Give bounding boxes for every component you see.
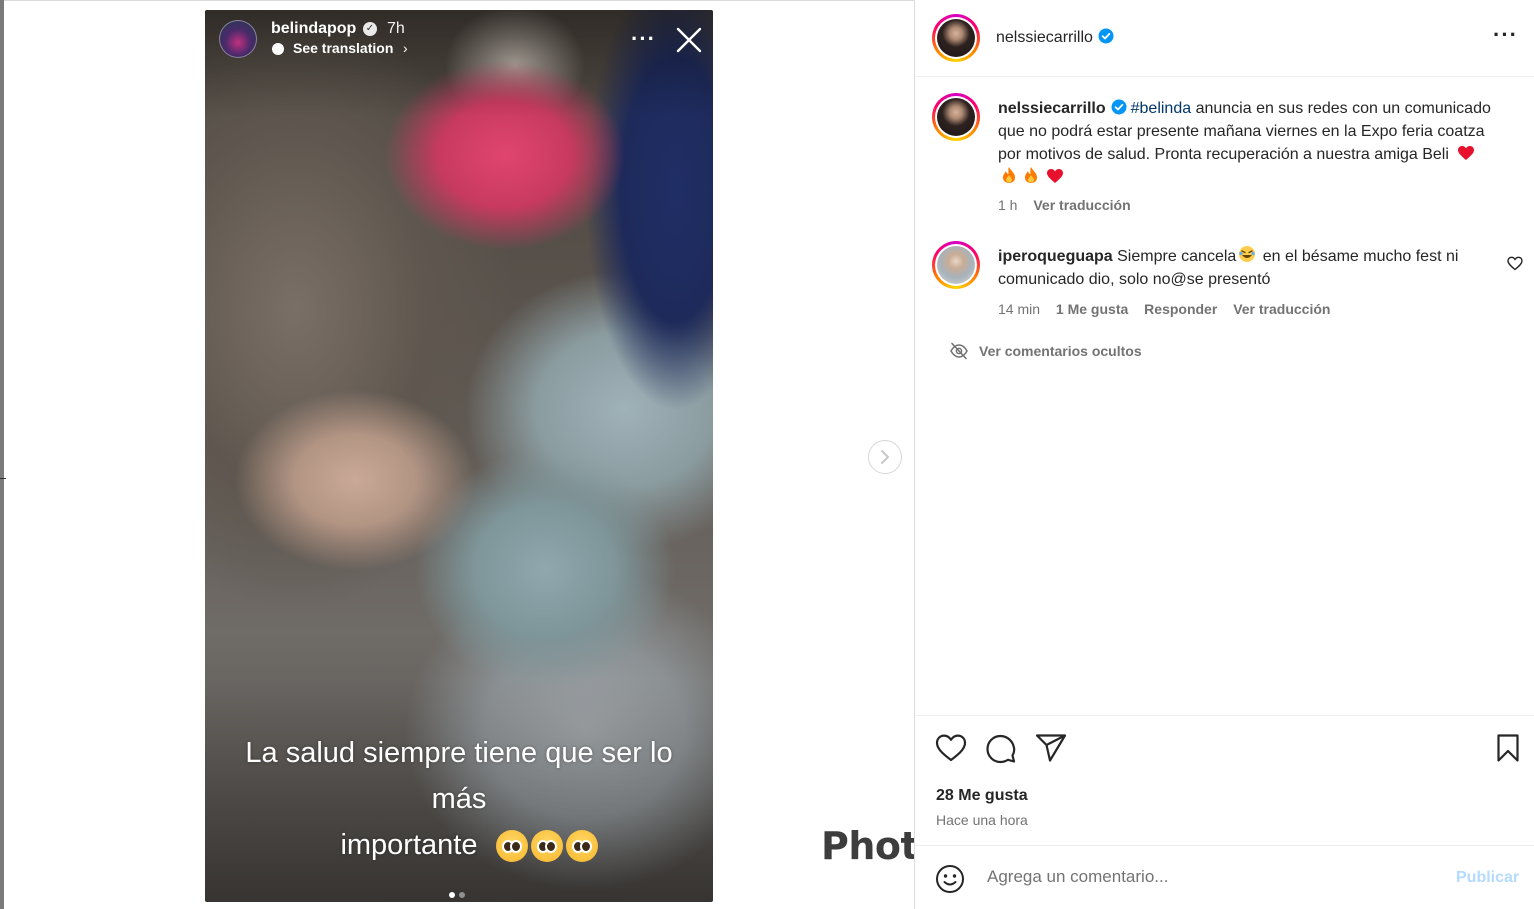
comment-input[interactable]	[985, 866, 1429, 888]
story-verified-icon: ✓	[363, 22, 377, 36]
caption-avatar[interactable]	[932, 93, 980, 141]
comment-divider	[915, 845, 1534, 846]
publish-button[interactable]: Publicar	[1456, 869, 1519, 887]
like-heart-icon[interactable]	[935, 733, 967, 763]
story-caption: La salud siempre tiene que ser lo más im…	[225, 730, 693, 868]
bookmark-icon[interactable]	[1495, 733, 1521, 763]
avatar-inner	[935, 96, 977, 138]
comment-username[interactable]: iperoqueguapa	[998, 248, 1113, 265]
carousel-dot	[459, 892, 465, 898]
actions-divider	[915, 715, 1534, 716]
red-heart-icon	[1458, 146, 1475, 160]
hidden-eye-icon	[950, 342, 968, 360]
red-heart-icon	[1047, 169, 1063, 183]
header-username[interactable]: nelssiecarrillo	[996, 29, 1093, 46]
close-icon[interactable]	[675, 26, 703, 54]
header-avatar[interactable]	[932, 14, 980, 62]
post-header: nelssiecarrillo ···	[915, 0, 1534, 77]
pleading-face-icon	[565, 830, 598, 863]
story-username[interactable]: belindapop	[271, 20, 356, 38]
post-side-panel: nelssiecarrillo ··· nelssiecarrillo #bel…	[914, 0, 1534, 909]
chevron-right-icon: ›	[403, 40, 408, 56]
laughing-face-icon	[1239, 246, 1256, 262]
story-more-icon[interactable]: ···	[631, 26, 656, 52]
left-window-edge	[0, 0, 4, 909]
fire-icon	[1025, 167, 1037, 183]
comment-translate-link[interactable]: Ver traducción	[1233, 301, 1330, 317]
avatar-image	[937, 19, 975, 57]
story-caption-line2-wrap: importante	[225, 822, 693, 868]
comment-reply-link[interactable]: Responder	[1144, 301, 1217, 317]
story-caption-line1: La salud siempre tiene que ser lo más	[245, 737, 673, 815]
avatar-inner	[935, 17, 977, 59]
story-caption-line2: importante	[340, 829, 478, 861]
comment-avatar[interactable]	[932, 241, 980, 289]
header-username-wrap: nelssiecarrillo	[996, 28, 1114, 47]
verified-icon	[1098, 28, 1114, 44]
chevron-right-icon	[881, 450, 889, 464]
comment-meta: 14 min 1 Me gusta Responder Ver traducci…	[998, 301, 1342, 317]
likes-count[interactable]: 28 Me gusta	[936, 787, 1028, 805]
comment-icon[interactable]	[985, 733, 1017, 765]
comment-body-start: Siempre cancela	[1112, 248, 1237, 265]
hashtag-link[interactable]: #belinda	[1131, 100, 1192, 117]
story-time: 7h	[387, 20, 405, 37]
pleading-face-icon	[530, 830, 563, 863]
left-edge-mark	[0, 478, 6, 479]
pleading-face-icon	[495, 830, 528, 863]
hidden-comments-label: Ver comentarios ocultos	[979, 343, 1142, 359]
caption-meta: 1 h Ver traducción	[998, 197, 1143, 213]
emoji-icon[interactable]	[935, 864, 965, 894]
caption-username[interactable]: nelssiecarrillo	[998, 100, 1106, 117]
caption-text: nelssiecarrillo #belinda anuncia en sus …	[998, 97, 1498, 189]
next-arrow-button[interactable]	[868, 440, 902, 474]
translate-icon	[272, 43, 284, 55]
share-icon[interactable]	[1035, 733, 1067, 763]
post-photo[interactable]: belindapop ✓ 7h See translation › ··· La…	[205, 10, 713, 902]
caption-translate-link[interactable]: Ver traducción	[1033, 197, 1130, 213]
story-avatar[interactable]	[219, 20, 257, 58]
view-hidden-comments[interactable]: Ver comentarios ocultos	[949, 342, 1142, 360]
more-options-icon[interactable]: ···	[1493, 22, 1518, 48]
avatar-inner	[935, 244, 977, 286]
verified-icon	[1111, 99, 1127, 115]
avatar-image	[937, 246, 975, 284]
avatar-image	[937, 98, 975, 136]
fire-icon	[1003, 167, 1015, 183]
comment-time: 14 min	[998, 301, 1041, 317]
carousel-dots	[449, 885, 469, 902]
caption-time: 1 h	[998, 197, 1018, 213]
carousel-dot-active	[449, 892, 455, 898]
comment-likes-link[interactable]: 1 Me gusta	[1056, 301, 1128, 317]
post-time: Hace una hora	[936, 812, 1028, 828]
comment-text: iperoqueguapa Siempre cancela en el bésa…	[998, 245, 1488, 291]
story-see-translation[interactable]: See translation	[293, 40, 393, 56]
like-comment-heart-icon[interactable]	[1507, 256, 1523, 271]
